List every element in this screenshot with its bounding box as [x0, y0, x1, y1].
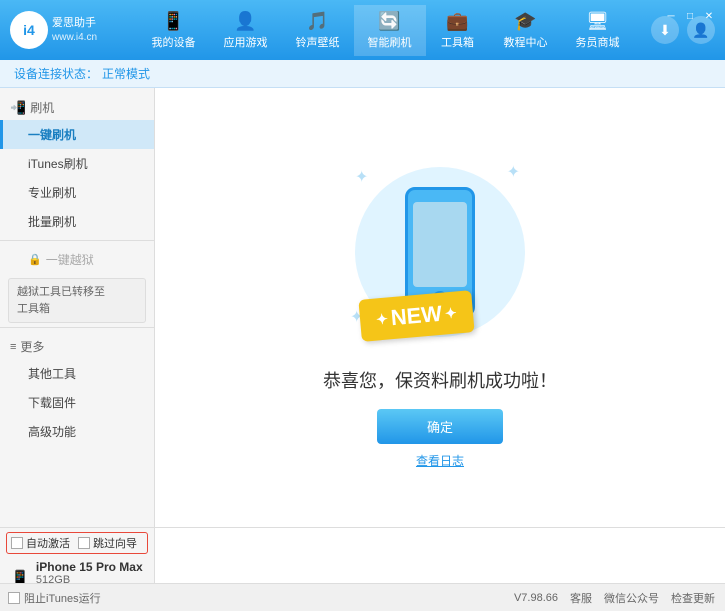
lock-icon: 🔒 — [28, 253, 42, 266]
bottom-left: 自动激活 跳过向导 📱 iPhone 15 Pro Max 512GB iPho… — [0, 527, 155, 583]
auto-activate-label[interactable]: 自动激活 — [11, 535, 70, 551]
header: i4 爱思助手 www.i4.cn 📱 我的设备 👤 应用游戏 🎵 铃声壁纸 🔄… — [0, 0, 725, 60]
device-row: 自动激活 跳过向导 📱 iPhone 15 Pro Max 512GB iPho… — [0, 527, 725, 583]
itunes-row: 阻止iTunes运行 — [0, 583, 504, 611]
more-section-icon: ≡ — [10, 341, 16, 353]
customer-service-link[interactable]: 客服 — [570, 590, 592, 606]
toolbox-icon: 💼 — [446, 11, 468, 32]
device-name: iPhone 15 Pro Max — [36, 560, 143, 574]
nav-tab-toolbox[interactable]: 💼 工具箱 — [426, 5, 490, 56]
sidebar-section-more: ≡ 更多 — [0, 332, 154, 359]
confirm-button[interactable]: 确定 — [377, 409, 503, 444]
service-icon: 🖥 — [586, 11, 609, 32]
success-title: 恭喜您，保资料刷机成功啦！ — [323, 367, 557, 393]
guide-activate-label[interactable]: 跳过向导 — [78, 535, 137, 551]
phone-screen — [413, 202, 467, 287]
log-link[interactable]: 查看日志 — [416, 452, 464, 469]
nav-tab-tutorial[interactable]: 🎓 教程中心 — [490, 5, 562, 56]
main-container: 📲 刷机 一键刷机 iTunes刷机 专业刷机 批量刷机 🔒 一键越狱 越狱工具… — [0, 88, 725, 527]
bottom-bar: V7.98.66 客服 微信公众号 检查更新 — [504, 583, 725, 611]
tutorial-icon: 🎓 — [514, 11, 536, 32]
nav-tab-smart-flash[interactable]: 🔄 智能刷机 — [354, 5, 426, 56]
bottom-bar-row: 阻止iTunes运行 V7.98.66 客服 微信公众号 检查更新 — [0, 583, 725, 611]
wechat-link[interactable]: 微信公众号 — [604, 590, 659, 606]
nav-tab-my-device[interactable]: 📱 我的设备 — [138, 5, 210, 56]
check-update-link[interactable]: 检查更新 — [671, 590, 715, 606]
sparkle-tl: ✦ — [355, 167, 368, 187]
sidebar: 📲 刷机 一键刷机 iTunes刷机 专业刷机 批量刷机 🔒 一键越狱 越狱工具… — [0, 88, 155, 527]
nav-tab-ringtones[interactable]: 🎵 铃声壁纸 — [282, 5, 354, 56]
logo-area: i4 爱思助手 www.i4.cn — [10, 11, 120, 49]
status-bar: 设备连接状态： 正常模式 — [0, 60, 725, 88]
phone-illustration: ✦ ✦ ✦ NEW — [340, 147, 540, 357]
apps-games-icon: 👤 — [234, 11, 256, 32]
nav-tab-apps-games[interactable]: 👤 应用游戏 — [210, 5, 282, 56]
bottom-section: 自动激活 跳过向导 📱 iPhone 15 Pro Max 512GB iPho… — [0, 527, 725, 611]
sidebar-divider-1 — [0, 240, 154, 241]
logo-text: 爱思助手 www.i4.cn — [52, 16, 97, 43]
sidebar-divider-2 — [0, 327, 154, 328]
sidebar-item-pro-flash[interactable]: 专业刷机 — [0, 178, 154, 207]
logo-icon: i4 — [10, 11, 48, 49]
guide-activate-checkbox[interactable] — [78, 537, 90, 549]
close-button[interactable]: ✕ — [701, 8, 717, 24]
ringtones-icon: 🎵 — [306, 11, 328, 32]
sidebar-disabled-jailbreak: 🔒 一键越狱 — [0, 245, 154, 274]
sidebar-section-flash: 📲 刷机 — [0, 93, 154, 120]
maximize-button[interactable]: □ — [682, 8, 698, 24]
auto-activate-checkbox[interactable] — [11, 537, 23, 549]
nav-tabs: 📱 我的设备 👤 应用游戏 🎵 铃声壁纸 🔄 智能刷机 💼 工具箱 🎓 教程中心… — [120, 5, 651, 56]
window-controls[interactable]: ─ □ ✕ — [663, 8, 717, 24]
my-device-icon: 📱 — [162, 11, 184, 32]
sidebar-item-download-firmware[interactable]: 下载固件 — [0, 388, 154, 417]
smart-flash-icon: 🔄 — [378, 11, 400, 32]
minimize-button[interactable]: ─ — [663, 8, 679, 24]
sidebar-item-advanced[interactable]: 高级功能 — [0, 417, 154, 446]
flash-section-icon: 📲 — [10, 100, 26, 116]
sidebar-item-one-key-flash[interactable]: 一键刷机 — [0, 120, 154, 149]
sparkle-tr: ✦ — [507, 162, 520, 182]
version-label: V7.98.66 — [514, 592, 558, 604]
nav-tab-service[interactable]: 🖥 务员商城 — [562, 5, 634, 56]
main-content: ✦ ✦ ✦ NEW 恭喜您，保资料刷机成功啦！ 确定 查看日志 — [155, 88, 725, 527]
sidebar-item-itunes-flash[interactable]: iTunes刷机 — [0, 149, 154, 178]
sidebar-item-batch-flash[interactable]: 批量刷机 — [0, 207, 154, 236]
sidebar-item-other-tools[interactable]: 其他工具 — [0, 359, 154, 388]
checkbox-row: 自动激活 跳过向导 — [6, 532, 148, 554]
sidebar-warning-box: 越狱工具已转移至 工具箱 — [8, 278, 146, 323]
itunes-checkbox[interactable] — [8, 592, 20, 604]
bottom-main-spacer — [155, 527, 725, 583]
